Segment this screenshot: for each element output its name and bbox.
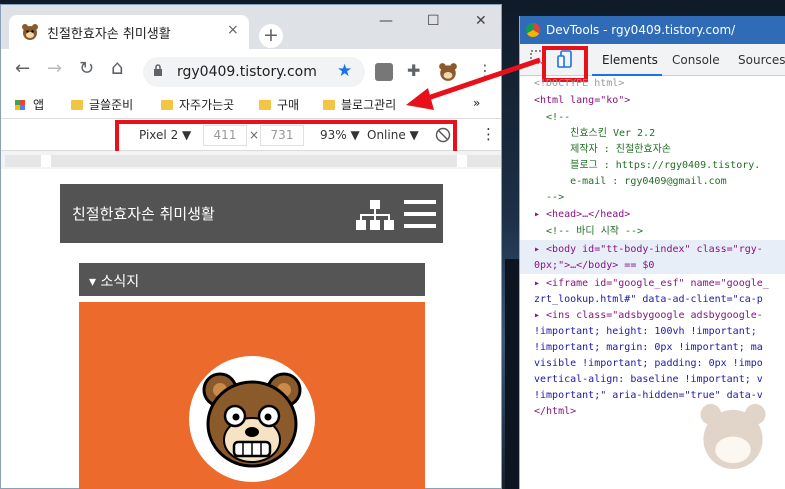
folder-icon xyxy=(161,100,173,110)
code-line[interactable]: </html> xyxy=(534,404,576,420)
tab-title: 친절한효자손 취미생활 xyxy=(47,27,171,42)
code-line[interactable]: ▸ <iframe id="google_esf" name="google_ xyxy=(534,276,769,292)
code-line[interactable]: !important; height: 100vh !important; xyxy=(534,324,757,340)
sitemap-icon[interactable] xyxy=(356,200,394,232)
close-window-button[interactable]: ✕ xyxy=(475,13,487,29)
bear-watermark-icon xyxy=(700,403,766,470)
site-header: 친절한효자손 취미생활 xyxy=(60,184,443,243)
tab-close-icon[interactable]: × xyxy=(227,22,239,38)
apps-grid-icon xyxy=(15,100,25,110)
devtools-title: DevTools - rgy0409.tistory.com/ xyxy=(546,23,736,37)
maximize-button[interactable]: ☐ xyxy=(427,13,440,29)
bookmark-folder[interactable]: 자주가는곳 xyxy=(161,96,234,113)
code-line[interactable]: 0px;">…</body> == $0 xyxy=(534,258,654,274)
widget-header[interactable]: ▾ 소식지 xyxy=(79,263,425,296)
code-line[interactable]: <!-- 바디 시작 --> xyxy=(534,224,643,240)
code-line[interactable]: ▸ <head>…</head> xyxy=(534,207,630,223)
devtools-window: DevTools - rgy0409.tistory.com/ Elements… xyxy=(519,16,785,489)
folder-icon xyxy=(259,100,271,110)
tab-sources[interactable]: Sources xyxy=(738,53,785,67)
code-line[interactable]: --> xyxy=(534,190,564,206)
code-line[interactable]: vertical-align: baseline !important; v xyxy=(534,372,763,388)
hamburger-menu-icon[interactable] xyxy=(404,198,436,230)
devtools-titlebar: DevTools - rgy0409.tistory.com/ xyxy=(520,16,785,44)
code-line[interactable]: 친효스킨 Ver 2.2 xyxy=(534,126,655,142)
bookmark-folder[interactable]: 글쓸준비 xyxy=(71,96,133,113)
code-line[interactable]: !important; margin: 0px !important; ma xyxy=(534,340,763,356)
code-line[interactable]: 제작자 : 친절한효자손 xyxy=(534,142,671,158)
profile-avatar xyxy=(189,356,315,482)
bookmark-folder[interactable]: 블로그관리 xyxy=(323,96,396,113)
red-arrow-icon xyxy=(406,57,541,110)
lock-icon xyxy=(154,64,162,76)
minimize-button[interactable]: — xyxy=(379,13,393,29)
bear-favicon-icon xyxy=(22,24,38,40)
code-line[interactable]: ▸ <body id="tt-body-index" class="rgy- xyxy=(534,242,763,258)
bookmark-folder[interactable]: 구매 xyxy=(259,96,299,113)
code-line[interactable]: 블로그 : https://rgy0409.tistory. xyxy=(534,158,760,174)
tab-elements[interactable]: Elements xyxy=(602,53,658,67)
widget-title: ▾ 소식지 xyxy=(89,274,140,290)
new-tab-button[interactable]: + xyxy=(259,24,283,48)
code-line[interactable]: e-mail : rgy0409@gmail.com xyxy=(534,174,727,190)
browser-tab[interactable]: 친절한효자손 취미생활 × xyxy=(9,15,249,49)
home-button[interactable]: ⌂ xyxy=(111,55,124,79)
code-line[interactable]: ▸ <ins class="adsbygoogle adsbygoogle- xyxy=(534,308,763,324)
reload-button[interactable]: ↻ xyxy=(79,58,94,79)
device-toolbar-menu-icon[interactable]: ⋮ xyxy=(481,125,496,143)
code-line[interactable]: visible !important; padding: 0px !impo xyxy=(534,356,763,372)
back-button[interactable]: ← xyxy=(15,58,30,79)
bear-avatar-icon xyxy=(202,372,302,468)
media-query-bar xyxy=(1,151,501,169)
site-title[interactable]: 친절한효자손 취미생활 xyxy=(72,203,215,224)
tab-console[interactable]: Console xyxy=(672,53,720,67)
address-bar[interactable]: rgy0409.tistory.com ★ xyxy=(143,57,365,87)
chrome-logo-icon xyxy=(526,23,540,37)
url-text: rgy0409.tistory.com xyxy=(177,64,317,80)
folder-icon xyxy=(323,100,335,110)
folder-icon xyxy=(71,100,83,110)
tab-strip: 친절한효자손 취미생활 × + — ☐ ✕ xyxy=(1,5,501,49)
forward-button[interactable]: → xyxy=(47,58,62,79)
bookmark-apps[interactable]: 앱 xyxy=(15,96,44,113)
bookmark-star-icon[interactable]: ★ xyxy=(337,61,352,81)
code-line[interactable]: zrt_lookup.html#" data-ad-client="ca-p xyxy=(534,292,763,308)
